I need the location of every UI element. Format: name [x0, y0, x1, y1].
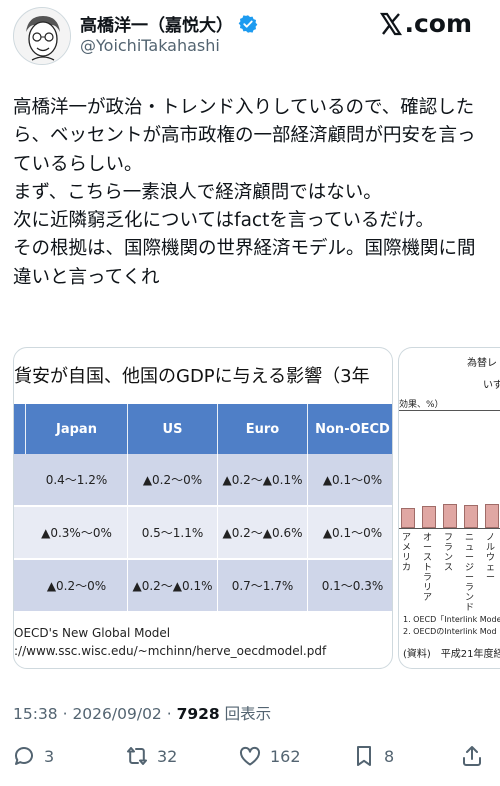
table-cell: 0.5～1.1%	[128, 507, 218, 560]
table-source-url: ://www.ssc.wisc.edu/~mchinn/herve_oecdmo…	[14, 644, 327, 658]
chart2-note: 1. OECD「Interlink Mode	[403, 615, 500, 624]
view-count-label: 回表示	[219, 705, 272, 723]
table-cell: 0.7～1.7%	[218, 560, 308, 613]
chart2-category: ニュージーランド	[465, 533, 475, 613]
table-cell: ▲0.2～0%	[128, 454, 218, 507]
avatar[interactable]	[13, 7, 71, 65]
table-cell: 0.4～1.2%	[26, 454, 128, 507]
chart2-bar	[443, 504, 457, 528]
table-header-stub	[14, 404, 26, 454]
author-handle[interactable]: @YoichiTakahashi	[80, 36, 220, 55]
table-cell: ▲0.2～▲0.1%	[218, 454, 308, 507]
table-cell: 0.1～0.3%	[308, 560, 392, 613]
chart2-title: 為替レ	[467, 358, 497, 369]
table-row-stub	[14, 507, 26, 560]
author-display-name[interactable]: 高橋洋一（嘉悦大）	[80, 11, 233, 36]
chart2-source: (資料) 平成21年度経	[403, 649, 500, 660]
table-cell: ▲0.1～0%	[308, 454, 392, 507]
repost-icon	[127, 747, 147, 765]
table-source-title: OECD's New Global Model	[14, 626, 171, 640]
table-header-japan: Japan	[26, 404, 128, 454]
share-button[interactable]	[460, 738, 484, 774]
table-row-stub	[14, 454, 26, 507]
like-count: 162	[270, 746, 301, 766]
x-logo-icon	[380, 12, 403, 35]
table-header-euro: Euro	[218, 404, 308, 454]
post-text: 高橋洋一が政治・トレンド入りしているので、確認したら、ベッセントが高市政権の一部…	[13, 97, 476, 288]
table-header-us: US	[128, 404, 218, 454]
chart2-bar	[485, 504, 499, 528]
bookmark-button[interactable]: 8	[352, 738, 394, 774]
chart2-bar	[422, 506, 436, 528]
chart2-category: アメリカ	[402, 533, 412, 573]
post-timestamp[interactable]: 15:38 · 2026/09/02 ·	[13, 705, 177, 723]
table-header-non-oecd: Non-OECD	[308, 404, 392, 454]
verified-badge-icon	[238, 14, 258, 33]
reply-count: 3	[44, 746, 55, 766]
table-cell: ▲0.2～0%	[26, 560, 128, 613]
table-cell: ▲0.1～0%	[308, 507, 392, 560]
share-icon	[463, 746, 481, 766]
table-row-stub	[14, 560, 26, 613]
table-cell: ▲0.2～▲0.1%	[128, 560, 218, 613]
x-logo[interactable]: .com	[379, 9, 472, 38]
repost-button[interactable]: 32	[125, 738, 177, 774]
like-button[interactable]: 162	[238, 738, 301, 774]
repost-count: 32	[157, 746, 178, 766]
bookmark-count: 8	[384, 746, 395, 766]
reply-icon	[15, 747, 33, 765]
chart2-plot	[399, 410, 500, 528]
chart2-category: オーストラリア	[423, 533, 433, 603]
bookmark-icon	[357, 746, 371, 766]
chart2-bar	[464, 505, 478, 528]
chart2-subtitle: いず	[483, 380, 500, 391]
chart2-category: フランス	[444, 533, 454, 573]
table-cell: ▲0.3%～0%	[26, 507, 128, 560]
table-title: 貨安が自国、他国のGDPに与える影響（3年	[14, 366, 370, 387]
table-cell: ▲0.2～▲0.6%	[218, 507, 308, 560]
post-image-table[interactable]: 貨安が自国、他国のGDPに与える影響（3年 Japan US Euro Non-…	[13, 347, 393, 669]
post-meta: 15:38 · 2026/09/02 · 7928 回表示	[13, 702, 271, 724]
post-image-chart[interactable]: 為替レ いず 効果、%） アメリカ オーストラリア フランス ニュージーランド …	[398, 347, 500, 669]
chart2-bar	[401, 508, 415, 528]
reply-button[interactable]: 3	[12, 738, 54, 774]
chart2-note: 2. OECDのInterlink Mod	[403, 627, 497, 636]
chart2-ylabel: 効果、%）	[399, 400, 444, 410]
x-logo-text: .com	[404, 9, 472, 38]
chart2-category: ノルウェー	[486, 533, 496, 583]
chart2-axis	[399, 528, 500, 529]
heart-icon	[239, 746, 261, 766]
action-bar: 3 32 162 8	[0, 738, 500, 774]
view-count: 7928	[176, 705, 220, 723]
